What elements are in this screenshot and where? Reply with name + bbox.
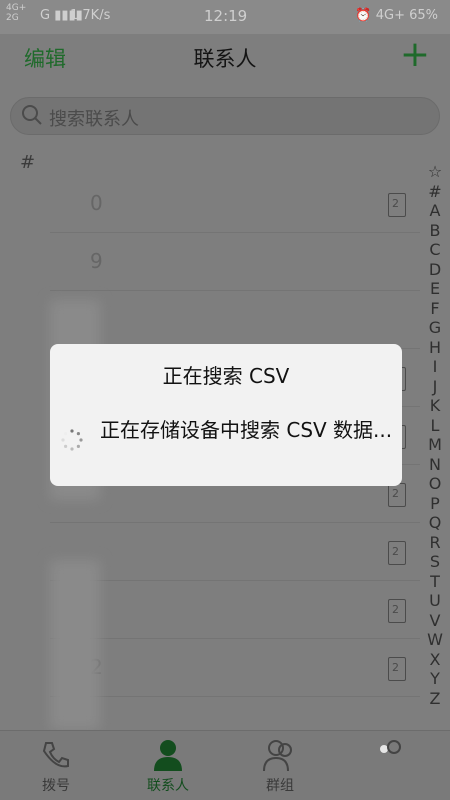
dialog-message: 正在存储设备中搜索 CSV 数据... xyxy=(100,418,393,442)
dialog-title: 正在搜索 CSV xyxy=(162,364,290,388)
progress-dialog: 正在搜索 CSV 正在存储设备中搜索 CSV 数据... xyxy=(50,344,402,486)
spinner-icon xyxy=(61,429,83,451)
